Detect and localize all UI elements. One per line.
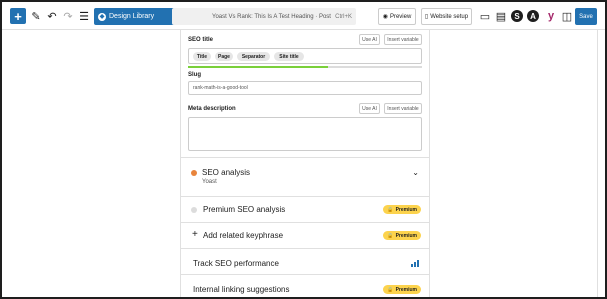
redo-icon[interactable]: ↷ [60, 8, 76, 24]
track-seo-performance-title: Track SEO performance [193, 259, 279, 268]
sidebar-toggle-icon[interactable]: ◫ [559, 8, 575, 24]
pencil-tool-icon[interactable]: ✎ [28, 8, 44, 24]
preview-label: Preview [389, 13, 412, 20]
premium-badge: 🔒 Premium [383, 205, 421, 214]
eye-icon: ◉ [382, 14, 388, 20]
plugin-s-icon[interactable]: S [511, 10, 523, 22]
premium-badge: 🔒 Premium [383, 231, 421, 240]
premium-seo-analysis-title: Premium SEO analysis [203, 205, 286, 214]
seo-analysis-subtitle: Yoast [202, 179, 217, 185]
variable-pill[interactable]: Title [193, 52, 211, 61]
yoast-panel: SEO title Use AI Insert variable Title P… [180, 30, 430, 297]
seo-title-progress-fill [188, 66, 329, 68]
seo-analysis-section[interactable]: SEO analysis Yoast ⌄ [181, 157, 429, 196]
meta-description-label: Meta description [188, 106, 236, 112]
desktop-view-icon[interactable]: ▭ [477, 8, 493, 24]
design-library-button[interactable]: ◆ Design Library [94, 8, 179, 25]
undo-icon[interactable]: ↶ [44, 8, 60, 24]
seo-title-label: SEO title [188, 37, 214, 43]
editor-toolbar: + ✎ ↶ ↷ ☰ ◆ Design Library Yoast Vs Rank… [2, 2, 605, 30]
seo-title-insert-variable-button[interactable]: Insert variable [384, 34, 422, 45]
design-library-icon: ◆ [98, 12, 106, 21]
document-bar[interactable]: Yoast Vs Rank: This Is A Test Heading · … [172, 8, 356, 25]
meta-insert-variable-button[interactable]: Insert variable [384, 103, 422, 114]
related-keyphrase-title: Add related keyphrase [203, 231, 284, 240]
document-icon[interactable]: ▤ [493, 8, 509, 24]
lock-icon: 🔒 [387, 232, 394, 239]
lock-icon: 🔒 [387, 206, 394, 213]
page-icon: ▯ [424, 14, 429, 20]
premium-status-dot [191, 207, 197, 213]
internal-linking-title: Internal linking suggestions [193, 285, 290, 294]
related-keyphrase-section[interactable]: + Add related keyphrase 🔒 Premium [181, 222, 429, 248]
variable-pill[interactable]: Site title [274, 52, 304, 61]
variable-pill[interactable]: Page [215, 52, 233, 61]
website-setup-label: Website setup [430, 13, 469, 20]
plus-icon: + [192, 229, 198, 240]
website-setup-button[interactable]: ▯ Website setup [421, 8, 472, 25]
slug-input[interactable]: rank-math-is-a-good-tool [188, 81, 422, 95]
premium-badge-label: Premium [395, 286, 417, 293]
premium-badge: 🔒 Premium [383, 285, 421, 294]
save-button[interactable]: Save [575, 8, 597, 25]
add-block-button[interactable]: + [10, 8, 26, 24]
variable-pill[interactable]: Separator [237, 52, 270, 61]
document-title: Yoast Vs Rank: This Is A Test Heading · … [212, 13, 331, 20]
slug-label: Slug [188, 72, 201, 78]
premium-badge-label: Premium [395, 232, 417, 239]
bar-chart-icon [411, 260, 419, 267]
yoast-icon[interactable]: y [543, 8, 559, 24]
track-seo-performance-section[interactable]: Track SEO performance [181, 248, 429, 274]
seo-title-use-ai-button[interactable]: Use AI [359, 34, 380, 45]
meta-use-ai-button[interactable]: Use AI [359, 103, 380, 114]
meta-description-input[interactable] [188, 117, 422, 151]
design-library-label: Design Library [109, 13, 155, 20]
plugin-a-icon[interactable]: A [527, 10, 539, 22]
premium-seo-analysis-section[interactable]: Premium SEO analysis 🔒 Premium [181, 196, 429, 222]
lock-icon: 🔒 [387, 286, 394, 293]
preview-button[interactable]: ◉ Preview [378, 8, 416, 25]
scrollbar-strip [597, 30, 605, 297]
seo-analysis-title: SEO analysis [202, 168, 251, 177]
seo-status-dot [191, 170, 197, 176]
document-overview-icon[interactable]: ☰ [76, 8, 92, 24]
chevron-down-icon: ⌄ [412, 168, 419, 177]
internal-linking-section[interactable]: Internal linking suggestions 🔒 Premium [181, 274, 429, 297]
seo-title-progress-bar [188, 66, 422, 68]
slug-value: rank-math-is-a-good-tool [193, 85, 248, 91]
premium-badge-label: Premium [395, 206, 417, 213]
command-shortcut: Ctrl+K [335, 13, 352, 20]
